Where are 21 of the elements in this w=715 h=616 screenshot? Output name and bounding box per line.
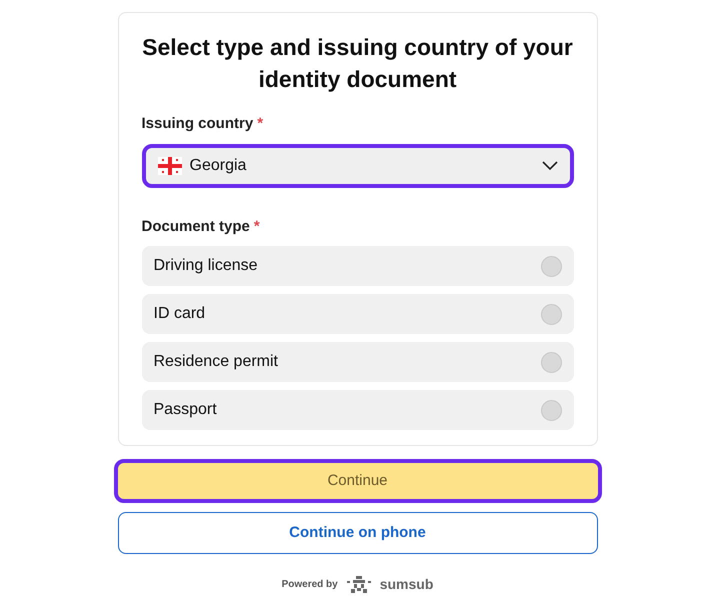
document-option[interactable]: Passport bbox=[142, 390, 574, 430]
powered-by-text: Powered by bbox=[282, 578, 338, 592]
continue-button[interactable]: Continue bbox=[114, 459, 602, 503]
required-mark: * bbox=[257, 114, 264, 134]
field-label: Issuing country bbox=[142, 114, 254, 134]
brand-name: sumsub bbox=[380, 575, 434, 594]
country-select[interactable]: Georgia bbox=[142, 144, 574, 188]
document-option[interactable]: Driving license bbox=[142, 246, 574, 286]
radio-button[interactable] bbox=[540, 256, 562, 276]
radio-button[interactable] bbox=[540, 400, 562, 420]
document-option[interactable]: ID card bbox=[142, 294, 574, 334]
radio-button[interactable] bbox=[540, 352, 562, 372]
continue-on-phone-button[interactable]: Continue on phone bbox=[118, 512, 598, 554]
document-option[interactable]: Residence permit bbox=[142, 342, 574, 382]
chevron-down-icon bbox=[542, 160, 558, 170]
page-title: Select type and issuing country of your identity document bbox=[142, 33, 574, 94]
required-mark: * bbox=[254, 216, 260, 236]
flag-icon bbox=[158, 156, 182, 174]
field-label: Document type bbox=[142, 216, 250, 236]
radio-button[interactable] bbox=[540, 304, 562, 324]
brand-logo-icon bbox=[346, 576, 372, 594]
